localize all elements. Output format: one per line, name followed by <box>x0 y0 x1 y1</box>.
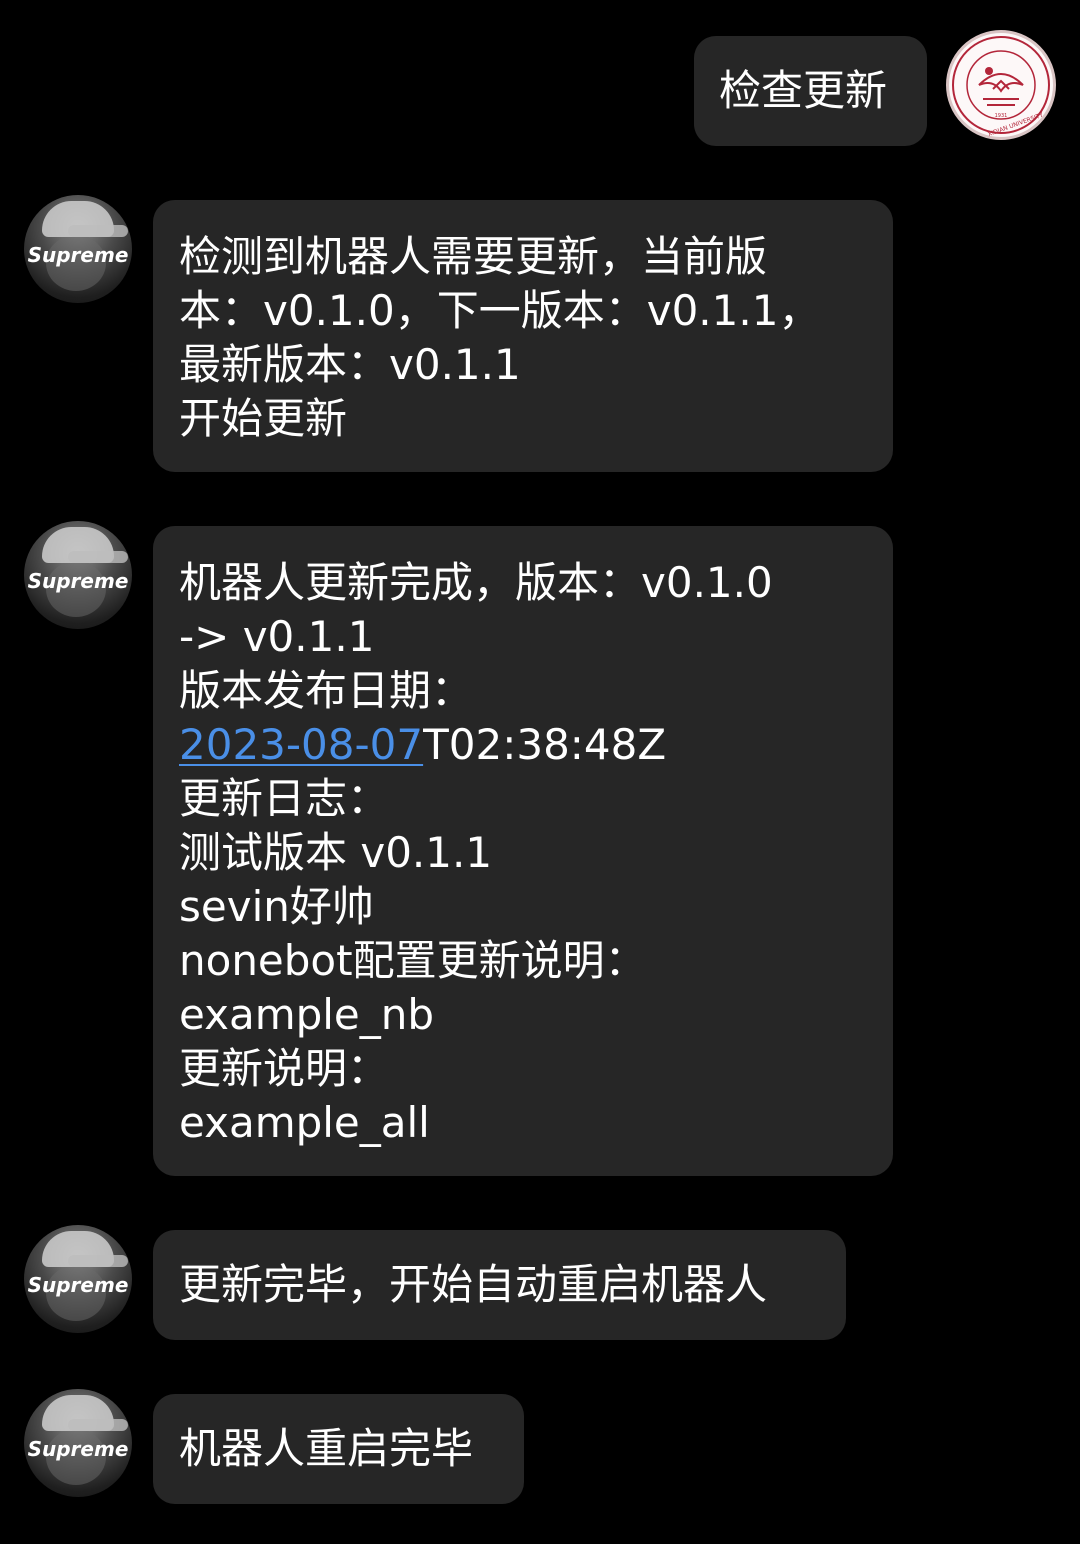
message-line: example_nb <box>179 990 435 1039</box>
avatar-label: Supreme <box>27 569 129 593</box>
bot-message-bubble[interactable]: 机器人更新完成，版本：v0.1.0 -> v0.1.1 版本发布日期： 2023… <box>153 526 893 1176</box>
message-line: 更新说明： <box>179 1044 390 1093</box>
bot-avatar[interactable]: Supreme <box>24 195 132 303</box>
message-line: example_all <box>179 1098 430 1147</box>
avatar-hat-brim <box>68 225 128 237</box>
date-link[interactable]: 2023-08-07 <box>179 720 423 769</box>
message-line: 更新完毕，开始自动重启机器人 <box>179 1260 768 1309</box>
message-line-date: 2023-08-07T02:38:48Z <box>179 718 893 772</box>
message-line: 测试版本 v0.1.1 <box>179 828 493 877</box>
seal-year: 1931 <box>995 113 1008 119</box>
message-line: 开始更新 <box>179 394 348 443</box>
university-seal-icon: 1931 XIDIAN UNIVERSITY <box>952 36 1050 137</box>
avatar-label: Supreme <box>27 1437 129 1461</box>
avatar-label: Supreme <box>27 243 129 267</box>
user-message-text: 检查更新 <box>719 66 888 115</box>
user-message-bubble[interactable]: 检查更新 <box>694 36 927 146</box>
bot-message-bubble[interactable]: 检测到机器人需要更新，当前版 本：v0.1.0，下一版本：v0.1.1， 最新版… <box>153 200 893 472</box>
message-line: 机器人更新完成，版本：v0.1.0 <box>179 558 773 607</box>
avatar-hat-brim <box>68 551 128 563</box>
avatar-label: Supreme <box>27 1273 129 1297</box>
bot-avatar[interactable]: Supreme <box>24 1389 132 1497</box>
time-suffix: T02:38:48Z <box>423 720 667 769</box>
message-line: 最新版本：v0.1.1 <box>179 340 521 389</box>
bot-message-bubble[interactable]: 机器人重启完毕 <box>153 1394 524 1504</box>
avatar-hat-brim <box>68 1419 128 1431</box>
user-avatar[interactable]: 1931 XIDIAN UNIVERSITY <box>946 30 1056 140</box>
message-line: nonebot配置更新说明： <box>179 936 647 985</box>
bot-avatar[interactable]: Supreme <box>24 521 132 629</box>
message-line: 版本发布日期： <box>179 666 474 715</box>
message-line: sevin好帅 <box>179 882 374 931</box>
message-line: -> v0.1.1 <box>179 612 375 661</box>
bot-avatar[interactable]: Supreme <box>24 1225 132 1333</box>
bot-message-bubble[interactable]: 更新完毕，开始自动重启机器人 <box>153 1230 846 1340</box>
message-line: 检测到机器人需要更新，当前版 <box>179 232 768 281</box>
message-line: 机器人重启完毕 <box>179 1424 474 1473</box>
message-line: 更新日志： <box>179 774 390 823</box>
avatar-hat-brim <box>68 1255 128 1267</box>
message-line: 本：v0.1.0，下一版本：v0.1.1， <box>179 286 821 335</box>
